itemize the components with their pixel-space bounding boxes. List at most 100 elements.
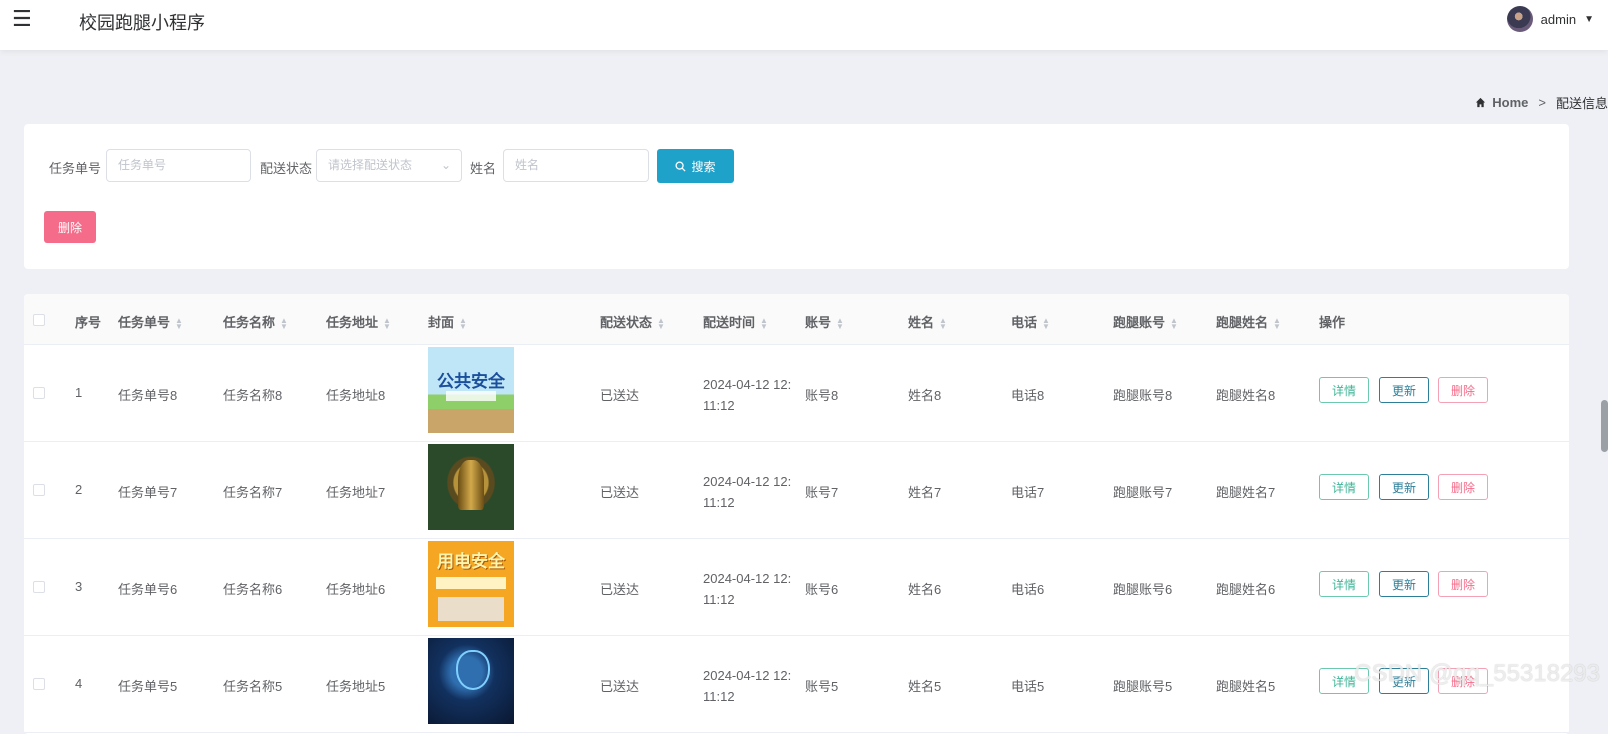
cell-time: 2024-04-12 12:11:12 [703, 474, 792, 510]
update-button[interactable]: 更新 [1379, 474, 1429, 500]
cell-name: 姓名7 [908, 485, 942, 500]
cell-runner-name: 跑腿姓名6 [1216, 582, 1276, 597]
cell-task-addr: 任务地址7 [326, 485, 386, 500]
sort-icon: ▲ ▼ [459, 315, 467, 331]
cover-image[interactable] [428, 444, 514, 530]
table-row: 2 任务单号7 任务名称7 任务地址7 已送达 2024-04-12 12:11… [24, 442, 1569, 539]
delete-button[interactable]: 删除 [1438, 377, 1488, 403]
watermark: CSDN @qq_55318293 [1354, 660, 1600, 687]
cell-account: 账号5 [805, 679, 839, 694]
search-button-label: 搜索 [691, 159, 716, 174]
search-icon [675, 160, 687, 172]
cell-task-addr: 任务地址5 [326, 679, 386, 694]
col-status[interactable]: 配送状态 ▲ ▼ [600, 312, 665, 331]
sort-icon: ▲ ▼ [383, 315, 391, 331]
cell-phone: 电话8 [1011, 388, 1045, 403]
cell-account: 账号7 [805, 485, 839, 500]
col-time[interactable]: 配送时间 ▲ ▼ [703, 312, 768, 331]
cover-image[interactable] [428, 638, 514, 724]
chevron-down-icon: ⌄ [440, 158, 451, 172]
row-checkbox[interactable] [33, 581, 45, 593]
sort-icon: ▲ ▼ [657, 315, 665, 331]
name-input[interactable]: 姓名 [503, 149, 649, 182]
cell-account: 账号8 [805, 388, 839, 403]
cell-name: 姓名5 [908, 679, 942, 694]
status-select-placeholder: 请选择配送状态 [328, 158, 413, 172]
delete-button[interactable]: 删除 [1438, 571, 1488, 597]
cell-time: 2024-04-12 12:11:12 [703, 571, 792, 607]
update-button[interactable]: 更新 [1379, 377, 1429, 403]
col-name[interactable]: 姓名 ▲ ▼ [908, 312, 947, 331]
table-header: 序号 任务单号 ▲ ▼ 任务名称 ▲ ▼ 任务地址 ▲ ▼ 封面 ▲ ▼ 配送状态 ▲ ▼ 配送时间… [24, 294, 1569, 345]
cell-name: 姓名6 [908, 582, 942, 597]
col-task-addr[interactable]: 任务地址 ▲ ▼ [326, 312, 391, 331]
app-title: 校园跑腿小程序 [79, 13, 205, 33]
search-panel: 任务单号 任务单号 配送状态 请选择配送状态 ⌄ 姓名 姓名 搜索 删除 [24, 124, 1569, 269]
avatar[interactable] [1506, 6, 1533, 32]
cell-phone: 电话6 [1011, 582, 1045, 597]
data-table: 序号 任务单号 ▲ ▼ 任务名称 ▲ ▼ 任务地址 ▲ ▼ 封面 ▲ ▼ 配送状态 ▲ ▼ 配送时间… [24, 294, 1569, 734]
table-row: 3 任务单号6 任务名称6 任务地址6 用电安全 已送达 2024-04-12 … [24, 539, 1569, 636]
cell-task-name: 任务名称6 [223, 582, 283, 597]
breadcrumb-home[interactable]: Home [1492, 95, 1528, 110]
table-row: 4 任务单号5 任务名称5 任务地址5 已送达 2024-04-12 12:11… [24, 636, 1569, 733]
col-task-no[interactable]: 任务单号 ▲ ▼ [118, 312, 183, 331]
select-all-checkbox[interactable] [33, 314, 45, 326]
sort-icon: ▲ ▼ [1042, 315, 1050, 331]
cover-image[interactable]: 公共安全 [428, 347, 514, 433]
detail-button[interactable]: 详情 [1319, 571, 1369, 597]
task-no-input[interactable]: 任务单号 [106, 149, 251, 182]
status-select[interactable]: 请选择配送状态 ⌄ [316, 149, 462, 182]
cell-phone: 电话5 [1011, 679, 1045, 694]
sort-icon: ▲ ▼ [836, 315, 844, 331]
chevron-down-icon[interactable]: ▼ [1584, 14, 1594, 25]
top-bar: ☰ 校园跑腿小程序 admin ▼ [0, 0, 1608, 50]
col-runner-account[interactable]: 跑腿账号 ▲ ▼ [1113, 312, 1178, 331]
row-checkbox[interactable] [33, 484, 45, 496]
table-row: 1 任务单号8 任务名称8 任务地址8 公共安全 已送达 2024-04-12 … [24, 345, 1569, 442]
cell-status: 已送达 [600, 485, 640, 500]
cell-task-no: 任务单号6 [118, 582, 178, 597]
username[interactable]: admin [1541, 12, 1576, 27]
hamburger-menu-icon[interactable]: ☰ [12, 7, 32, 31]
col-runner-name[interactable]: 跑腿姓名 ▲ ▼ [1216, 312, 1281, 331]
sort-icon: ▲ ▼ [280, 315, 288, 331]
cell-time: 2024-04-12 12:11:12 [703, 668, 792, 704]
delete-button[interactable]: 删除 [1438, 474, 1488, 500]
cell-task-no: 任务单号7 [118, 485, 178, 500]
cell-task-name: 任务名称8 [223, 388, 283, 403]
col-cover[interactable]: 封面 ▲ ▼ [428, 312, 467, 331]
bulk-delete-button[interactable]: 删除 [44, 211, 96, 243]
col-task-name[interactable]: 任务名称 ▲ ▼ [223, 312, 288, 331]
sort-icon: ▲ ▼ [175, 315, 183, 331]
breadcrumb: Home > 配送信息 [1475, 93, 1608, 112]
cell-runner-account: 跑腿账号6 [1113, 582, 1173, 597]
cell-runner-account: 跑腿账号8 [1113, 388, 1173, 403]
col-ops: 操作 [1319, 315, 1346, 330]
cover-text: 公共安全 [437, 372, 505, 391]
cell-index: 2 [75, 482, 83, 497]
cell-status: 已送达 [600, 582, 640, 597]
cell-account: 账号6 [805, 582, 839, 597]
cell-status: 已送达 [600, 679, 640, 694]
search-button[interactable]: 搜索 [657, 149, 734, 183]
col-phone[interactable]: 电话 ▲ ▼ [1011, 312, 1050, 331]
cell-index: 3 [75, 579, 83, 594]
cell-task-addr: 任务地址8 [326, 388, 386, 403]
vertical-scrollbar[interactable] [1601, 400, 1608, 452]
detail-button[interactable]: 详情 [1319, 377, 1369, 403]
cell-index: 4 [75, 676, 83, 691]
cell-phone: 电话7 [1011, 485, 1045, 500]
update-button[interactable]: 更新 [1379, 571, 1429, 597]
sort-icon: ▲ ▼ [760, 315, 768, 331]
row-checkbox[interactable] [33, 387, 45, 399]
col-account[interactable]: 账号 ▲ ▼ [805, 312, 844, 331]
task-no-label: 任务单号 [49, 161, 102, 176]
user-menu[interactable]: admin ▼ [1506, 6, 1594, 32]
cell-task-addr: 任务地址6 [326, 582, 386, 597]
row-checkbox[interactable] [33, 678, 45, 690]
cell-task-name: 任务名称5 [223, 679, 283, 694]
cover-image[interactable]: 用电安全 [428, 541, 514, 627]
cell-runner-name: 跑腿姓名7 [1216, 485, 1276, 500]
detail-button[interactable]: 详情 [1319, 474, 1369, 500]
